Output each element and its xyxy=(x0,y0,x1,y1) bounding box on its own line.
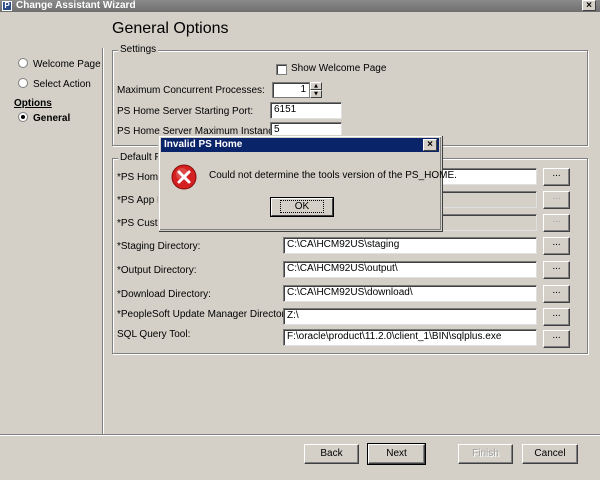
start-port-label: PS Home Server Starting Port: xyxy=(117,106,254,117)
spinner-arrows[interactable]: ▲ ▼ xyxy=(310,82,322,98)
ps-home-browse-button[interactable]: ... xyxy=(543,168,570,186)
wizard-window: P Change Assistant Wizard × General Opti… xyxy=(0,0,600,480)
sql-query-tool-field[interactable]: F:\oracle\product\11.2.0\client_1\BIN\sq… xyxy=(283,329,537,346)
dialog-ok-button[interactable]: OK xyxy=(270,197,334,217)
nav-item-welcome-page[interactable]: Welcome Page xyxy=(18,58,101,70)
ps-home-label: *PS Home xyxy=(117,172,164,183)
invalid-ps-home-dialog: Invalid PS Home × Could not determine th… xyxy=(158,135,457,231)
radio-selected-icon xyxy=(18,112,28,122)
output-directory-label: *Output Directory: xyxy=(117,265,197,276)
cancel-button[interactable]: Cancel xyxy=(522,444,578,464)
max-concurrent-value[interactable]: 1 xyxy=(272,82,310,98)
download-directory-field[interactable]: C:\CA\HCM92US\download\ xyxy=(283,285,537,302)
download-directory-label: *Download Directory: xyxy=(117,289,211,300)
radio-icon xyxy=(18,58,28,68)
page-title: General Options xyxy=(112,20,229,37)
next-button[interactable]: Next xyxy=(367,443,426,465)
max-concurrent-label: Maximum Concurrent Processes: xyxy=(117,85,265,96)
radio-icon xyxy=(18,78,28,88)
max-concurrent-spinner[interactable]: 1 ▲ ▼ xyxy=(272,82,322,98)
title-bar[interactable]: P Change Assistant Wizard × xyxy=(0,0,600,12)
pum-directory-label: *PeopleSoft Update Manager Directory: xyxy=(117,309,293,320)
output-browse-button[interactable]: ... xyxy=(543,261,570,279)
nav-item-label: Welcome Page xyxy=(33,59,101,70)
pum-directory-field[interactable]: Z:\ xyxy=(283,308,537,325)
pum-browse-button[interactable]: ... xyxy=(543,308,570,326)
download-browse-button[interactable]: ... xyxy=(543,285,570,303)
dialog-ok-label: OK xyxy=(279,200,325,213)
window-title: Change Assistant Wizard xyxy=(16,0,136,11)
footer-divider xyxy=(0,434,600,436)
spin-down-icon[interactable]: ▼ xyxy=(310,90,322,98)
dialog-title: Invalid PS Home xyxy=(164,139,243,150)
sql-query-tool-label: SQL Query Tool: xyxy=(117,329,191,340)
start-port-field[interactable]: 6151 xyxy=(270,102,342,119)
dialog-close-button[interactable]: × xyxy=(423,139,437,151)
nav-section-options: Options xyxy=(14,98,52,109)
staging-directory-field[interactable]: C:\CA\HCM92US\staging xyxy=(283,237,537,254)
nav-item-select-action[interactable]: Select Action xyxy=(18,78,91,90)
dialog-message: Could not determine the tools version of… xyxy=(209,170,457,181)
dialog-title-bar[interactable]: Invalid PS Home × xyxy=(161,138,439,152)
ps-app-home-browse-button: ... xyxy=(543,191,570,209)
app-icon: P xyxy=(2,1,12,11)
nav-item-general[interactable]: General xyxy=(18,112,70,124)
finish-button: Finish xyxy=(458,444,513,464)
window-close-button[interactable]: × xyxy=(582,0,596,11)
staging-browse-button[interactable]: ... xyxy=(543,237,570,255)
nav-divider xyxy=(102,48,104,434)
show-welcome-label: Show Welcome Page xyxy=(291,63,387,74)
nav-item-label: Select Action xyxy=(33,79,91,90)
sql-browse-button[interactable]: ... xyxy=(543,330,570,348)
spin-up-icon[interactable]: ▲ xyxy=(310,82,322,90)
ps-cust-home-browse-button: ... xyxy=(543,214,570,232)
nav-item-label: General xyxy=(33,113,71,124)
back-button[interactable]: Back xyxy=(304,444,359,464)
default-paths-legend: Default P xyxy=(118,152,164,163)
show-welcome-checkbox[interactable] xyxy=(276,64,287,75)
settings-legend: Settings xyxy=(118,44,159,55)
staging-directory-label: *Staging Directory: xyxy=(117,241,201,252)
output-directory-field[interactable]: C:\CA\HCM92US\output\ xyxy=(283,261,537,278)
error-icon xyxy=(171,164,197,190)
